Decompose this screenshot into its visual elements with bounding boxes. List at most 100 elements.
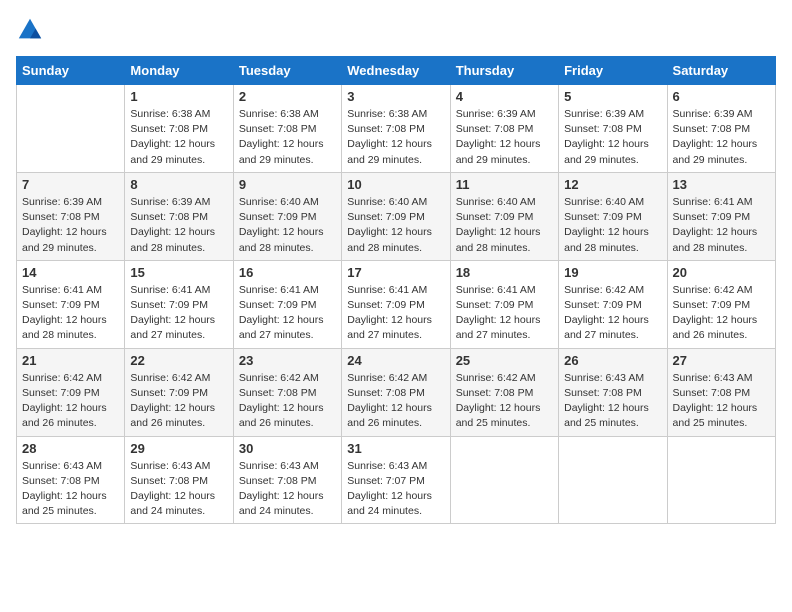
calendar-cell: 14 Sunrise: 6:41 AM Sunset: 7:09 PM Dayli… (17, 260, 125, 348)
calendar-cell: 23 Sunrise: 6:42 AM Sunset: 7:08 PM Dayli… (233, 348, 341, 436)
calendar-cell: 31 Sunrise: 6:43 AM Sunset: 7:07 PM Dayli… (342, 436, 450, 524)
calendar-cell: 8 Sunrise: 6:39 AM Sunset: 7:08 PM Daylig… (125, 172, 233, 260)
day-number: 14 (22, 265, 119, 280)
day-info: Sunrise: 6:39 AM Sunset: 7:08 PM Dayligh… (564, 107, 661, 168)
week-row-2: 7 Sunrise: 6:39 AM Sunset: 7:08 PM Daylig… (17, 172, 776, 260)
day-info: Sunrise: 6:42 AM Sunset: 7:08 PM Dayligh… (456, 371, 553, 432)
day-number: 6 (673, 89, 770, 104)
day-info: Sunrise: 6:39 AM Sunset: 7:08 PM Dayligh… (130, 195, 227, 256)
day-info: Sunrise: 6:42 AM Sunset: 7:09 PM Dayligh… (22, 371, 119, 432)
calendar-cell: 3 Sunrise: 6:38 AM Sunset: 7:08 PM Daylig… (342, 85, 450, 173)
day-info: Sunrise: 6:42 AM Sunset: 7:08 PM Dayligh… (239, 371, 336, 432)
day-info: Sunrise: 6:43 AM Sunset: 7:08 PM Dayligh… (239, 459, 336, 520)
day-number: 3 (347, 89, 444, 104)
day-number: 28 (22, 441, 119, 456)
week-row-5: 28 Sunrise: 6:43 AM Sunset: 7:08 PM Dayli… (17, 436, 776, 524)
calendar-cell: 1Sunrise: 6:38 AM Sunset: 7:08 PM Daylig… (125, 85, 233, 173)
calendar-cell: 28 Sunrise: 6:43 AM Sunset: 7:08 PM Dayli… (17, 436, 125, 524)
calendar-cell: 9 Sunrise: 6:40 AM Sunset: 7:09 PM Daylig… (233, 172, 341, 260)
day-info: Sunrise: 6:41 AM Sunset: 7:09 PM Dayligh… (22, 283, 119, 344)
day-number: 9 (239, 177, 336, 192)
calendar-table: SundayMondayTuesdayWednesdayThursdayFrid… (16, 56, 776, 524)
calendar-cell (450, 436, 558, 524)
day-info: Sunrise: 6:43 AM Sunset: 7:08 PM Dayligh… (564, 371, 661, 432)
logo-icon (16, 16, 44, 44)
calendar-cell: 21 Sunrise: 6:42 AM Sunset: 7:09 PM Dayli… (17, 348, 125, 436)
day-number: 30 (239, 441, 336, 456)
day-number: 10 (347, 177, 444, 192)
day-number: 4 (456, 89, 553, 104)
week-row-3: 14 Sunrise: 6:41 AM Sunset: 7:09 PM Dayli… (17, 260, 776, 348)
day-info: Sunrise: 6:38 AM Sunset: 7:08 PM Dayligh… (239, 107, 336, 168)
col-header-tuesday: Tuesday (233, 57, 341, 85)
day-info: Sunrise: 6:40 AM Sunset: 7:09 PM Dayligh… (239, 195, 336, 256)
day-number: 12 (564, 177, 661, 192)
week-row-4: 21 Sunrise: 6:42 AM Sunset: 7:09 PM Dayli… (17, 348, 776, 436)
day-info: Sunrise: 6:39 AM Sunset: 7:08 PM Dayligh… (22, 195, 119, 256)
calendar-cell: 27 Sunrise: 6:43 AM Sunset: 7:08 PM Dayli… (667, 348, 775, 436)
calendar-cell (559, 436, 667, 524)
col-header-sunday: Sunday (17, 57, 125, 85)
day-number: 8 (130, 177, 227, 192)
col-header-friday: Friday (559, 57, 667, 85)
day-number: 19 (564, 265, 661, 280)
day-info: Sunrise: 6:41 AM Sunset: 7:09 PM Dayligh… (239, 283, 336, 344)
col-header-wednesday: Wednesday (342, 57, 450, 85)
calendar-cell: 29 Sunrise: 6:43 AM Sunset: 7:08 PM Dayli… (125, 436, 233, 524)
day-number: 17 (347, 265, 444, 280)
day-number: 5 (564, 89, 661, 104)
day-number: 31 (347, 441, 444, 456)
calendar-cell: 11 Sunrise: 6:40 AM Sunset: 7:09 PM Dayli… (450, 172, 558, 260)
day-number: 26 (564, 353, 661, 368)
day-number: 16 (239, 265, 336, 280)
day-number: 21 (22, 353, 119, 368)
calendar-cell: 16 Sunrise: 6:41 AM Sunset: 7:09 PM Dayli… (233, 260, 341, 348)
col-header-saturday: Saturday (667, 57, 775, 85)
calendar-cell: 26 Sunrise: 6:43 AM Sunset: 7:08 PM Dayli… (559, 348, 667, 436)
day-info: Sunrise: 6:38 AM Sunset: 7:08 PM Dayligh… (347, 107, 444, 168)
calendar-cell: 18Sunrise: 6:41 AM Sunset: 7:09 PM Dayli… (450, 260, 558, 348)
day-info: Sunrise: 6:39 AM Sunset: 7:08 PM Dayligh… (456, 107, 553, 168)
calendar-cell: 20Sunrise: 6:42 AM Sunset: 7:09 PM Dayli… (667, 260, 775, 348)
day-number: 1 (130, 89, 227, 104)
calendar-cell: 22 Sunrise: 6:42 AM Sunset: 7:09 PM Dayli… (125, 348, 233, 436)
day-info: Sunrise: 6:43 AM Sunset: 7:08 PM Dayligh… (22, 459, 119, 520)
day-info: Sunrise: 6:43 AM Sunset: 7:08 PM Dayligh… (130, 459, 227, 520)
day-info: Sunrise: 6:43 AM Sunset: 7:08 PM Dayligh… (673, 371, 770, 432)
week-row-1: 1 Sunrise: 6:38 AM Sunset: 7:08 PM Daylig… (17, 85, 776, 173)
day-info: Sunrise: 6:40 AM Sunset: 7:09 PM Dayligh… (564, 195, 661, 256)
day-number: 23 (239, 353, 336, 368)
day-info: Sunrise: 6:41 AM Sunset: 7:09 PM Dayligh… (130, 283, 227, 344)
day-info: Sunrise: 6:42 AM Sunset: 7:08 PM Dayligh… (347, 371, 444, 432)
calendar-cell: 6 Sunrise: 6:39 AM Sunset: 7:08 PM Daylig… (667, 85, 775, 173)
day-number: 24 (347, 353, 444, 368)
col-header-thursday: Thursday (450, 57, 558, 85)
calendar-header-row: SundayMondayTuesdayWednesdayThursdayFrid… (17, 57, 776, 85)
day-number: 22 (130, 353, 227, 368)
calendar-cell: 24 Sunrise: 6:42 AM Sunset: 7:08 PM Dayli… (342, 348, 450, 436)
day-info: Sunrise: 6:43 AM Sunset: 7:07 PM Dayligh… (347, 459, 444, 520)
calendar-cell: 5 Sunrise: 6:39 AM Sunset: 7:08 PM Daylig… (559, 85, 667, 173)
calendar-cell: 10 Sunrise: 6:40 AM Sunset: 7:09 PM Dayli… (342, 172, 450, 260)
day-number: 13 (673, 177, 770, 192)
day-number: 20 (673, 265, 770, 280)
day-number: 29 (130, 441, 227, 456)
day-info: Sunrise: 6:41 AM Sunset: 7:09 PM Dayligh… (347, 283, 444, 344)
calendar-cell: 4 Sunrise: 6:39 AM Sunset: 7:08 PM Daylig… (450, 85, 558, 173)
col-header-monday: Monday (125, 57, 233, 85)
day-info: Sunrise: 6:41 AM Sunset: 7:09 PM Dayligh… (456, 283, 553, 344)
calendar-cell: 19Sunrise: 6:42 AM Sunset: 7:09 PM Dayli… (559, 260, 667, 348)
calendar-cell: 30 Sunrise: 6:43 AM Sunset: 7:08 PM Dayli… (233, 436, 341, 524)
day-number: 25 (456, 353, 553, 368)
day-number: 27 (673, 353, 770, 368)
day-number: 15 (130, 265, 227, 280)
day-info: Sunrise: 6:40 AM Sunset: 7:09 PM Dayligh… (347, 195, 444, 256)
page-header (16, 16, 776, 44)
day-number: 11 (456, 177, 553, 192)
calendar-cell: 13Sunrise: 6:41 AM Sunset: 7:09 PM Dayli… (667, 172, 775, 260)
day-info: Sunrise: 6:42 AM Sunset: 7:09 PM Dayligh… (130, 371, 227, 432)
day-info: Sunrise: 6:39 AM Sunset: 7:08 PM Dayligh… (673, 107, 770, 168)
calendar-cell: 2Sunrise: 6:38 AM Sunset: 7:08 PM Daylig… (233, 85, 341, 173)
day-info: Sunrise: 6:40 AM Sunset: 7:09 PM Dayligh… (456, 195, 553, 256)
day-number: 7 (22, 177, 119, 192)
